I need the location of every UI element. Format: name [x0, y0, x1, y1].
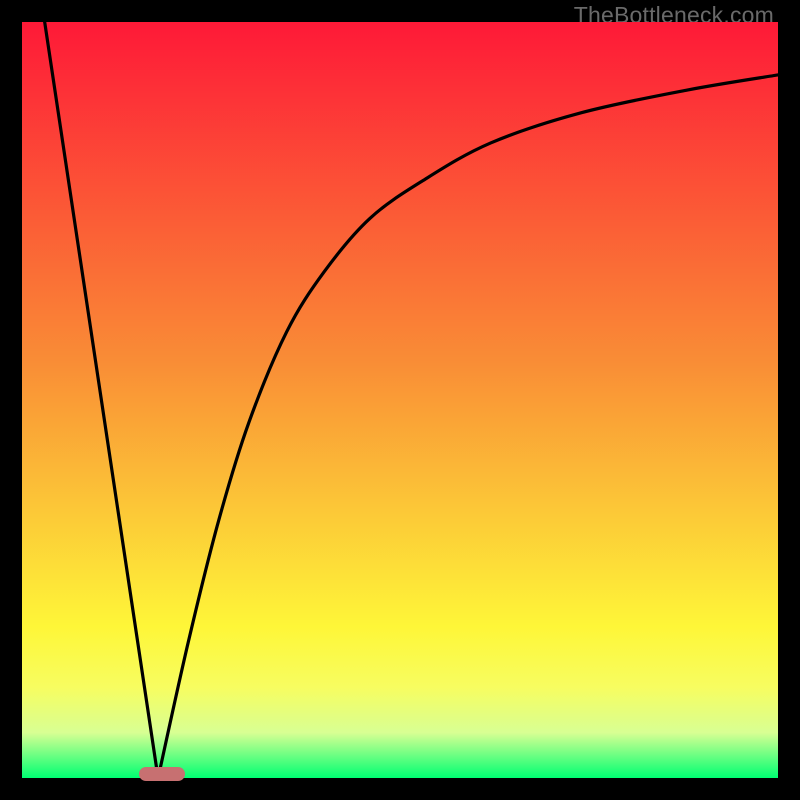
chart-frame [22, 22, 778, 778]
gradient-background [22, 22, 778, 778]
dip-marker [139, 767, 184, 781]
chart-plot [22, 22, 778, 778]
